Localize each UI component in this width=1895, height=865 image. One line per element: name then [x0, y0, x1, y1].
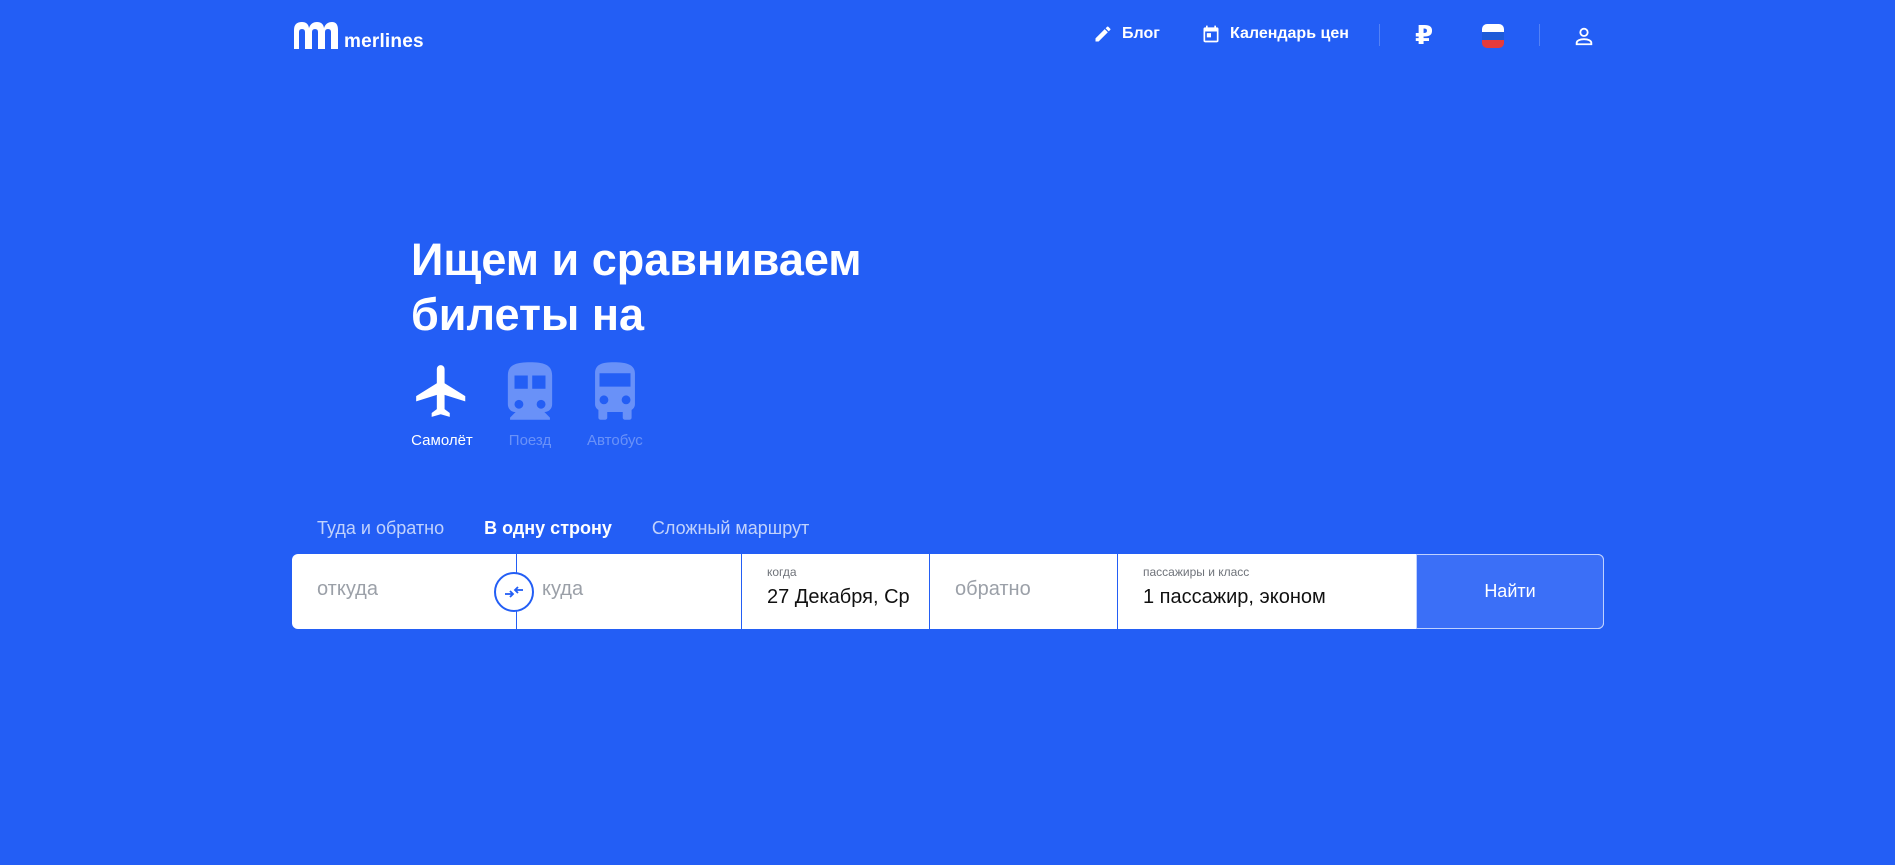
- profile-button[interactable]: [1573, 25, 1595, 52]
- mode-airplane-label: Самолёт: [411, 432, 473, 449]
- tab-multi-city[interactable]: Сложный маршрут: [652, 518, 809, 539]
- origin-field[interactable]: откуда: [292, 554, 517, 629]
- train-icon: [507, 362, 553, 420]
- nav-price-calendar-link[interactable]: Календарь цен: [1201, 24, 1349, 44]
- passengers-value: 1 пассажир, эконом: [1143, 586, 1326, 608]
- pencil-icon: [1095, 26, 1111, 42]
- swap-button[interactable]: [494, 572, 534, 612]
- hero-title: Ищем и сравниваем билеты на: [411, 232, 862, 342]
- tab-one-way[interactable]: В одну строну: [484, 518, 612, 539]
- transport-modes: Самолёт Поезд Автобус: [411, 360, 673, 449]
- mode-bus-label: Автобус: [587, 432, 643, 449]
- origin-placeholder: откуда: [317, 578, 378, 600]
- header: merlines Блог Календарь цен ₽: [0, 0, 1895, 72]
- merlines-logo-icon: [294, 22, 338, 49]
- russia-flag-icon[interactable]: [1482, 24, 1504, 48]
- swap-arrows-icon: [505, 586, 523, 598]
- airplane-icon: [416, 365, 466, 417]
- return-date-field[interactable]: обратно: [930, 554, 1118, 629]
- departure-date-value: 27 Декабря, Ср: [767, 586, 910, 608]
- currency-selector[interactable]: ₽: [1415, 20, 1433, 50]
- departure-date-field[interactable]: когда 27 Декабря, Ср: [742, 554, 930, 629]
- tab-round-trip[interactable]: Туда и обратно: [317, 518, 444, 539]
- search-form: откуда куда когда 27 Декабря, Ср обратно…: [292, 554, 1604, 629]
- trip-type-tabs: Туда и обратно В одну строну Сложный мар…: [317, 518, 809, 539]
- calendar-icon: [1203, 25, 1219, 43]
- destination-field[interactable]: куда: [517, 554, 742, 629]
- mode-bus[interactable]: Автобус: [587, 360, 643, 449]
- nav-price-calendar-label: Календарь цен: [1230, 25, 1349, 42]
- return-date-placeholder: обратно: [955, 578, 1031, 600]
- mode-airplane[interactable]: Самолёт: [411, 360, 473, 449]
- hero-title-line2: билеты на: [411, 289, 645, 340]
- user-icon: [1575, 27, 1593, 46]
- search-button[interactable]: Найти: [1416, 554, 1604, 629]
- passengers-field[interactable]: пассажиры и класс 1 пассажир, эконом: [1118, 554, 1416, 629]
- nav-blog-link[interactable]: Блог: [1093, 24, 1160, 44]
- nav-divider: [1379, 24, 1380, 46]
- departure-date-label: когда: [767, 565, 797, 579]
- logo[interactable]: merlines: [292, 20, 424, 52]
- destination-placeholder: куда: [542, 578, 584, 600]
- nav-blog-label: Блог: [1122, 25, 1160, 42]
- logo-text: merlines: [344, 31, 424, 52]
- mode-train-label: Поезд: [508, 432, 552, 449]
- passengers-label: пассажиры и класс: [1143, 565, 1250, 579]
- hero-title-line1: Ищем и сравниваем: [411, 234, 862, 285]
- bus-icon: [594, 362, 635, 420]
- mode-train[interactable]: Поезд: [503, 360, 557, 449]
- nav-divider: [1539, 24, 1540, 46]
